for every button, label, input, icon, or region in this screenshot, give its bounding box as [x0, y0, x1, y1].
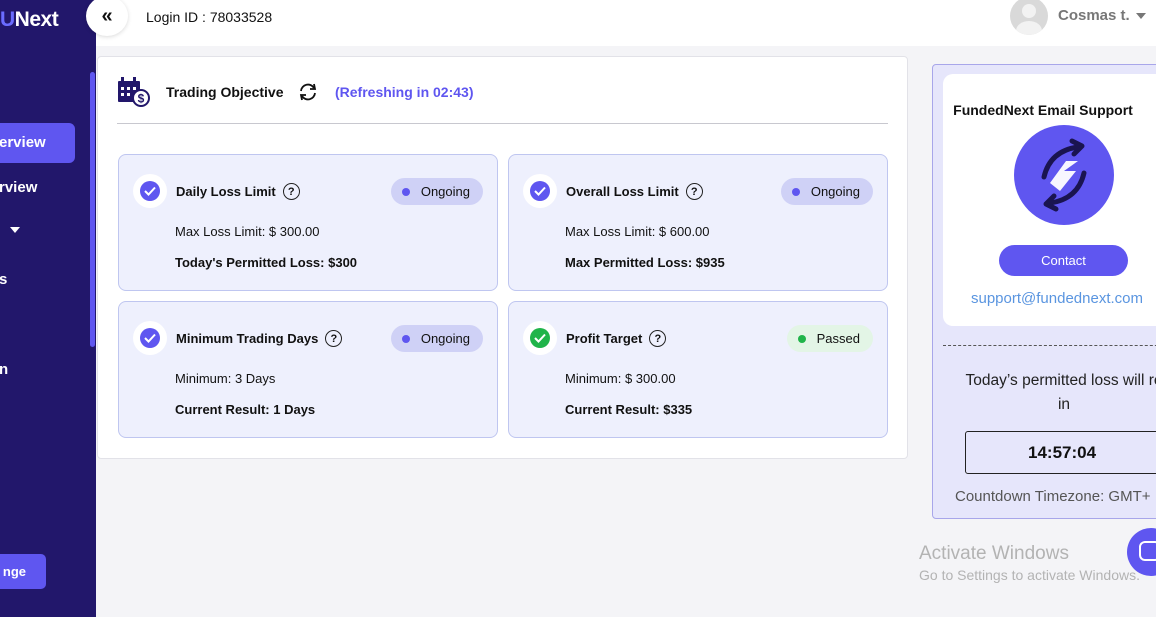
- email-support-card: FundedNext Email Support Contact support…: [943, 74, 1156, 326]
- card-detail: Max Loss Limit: $ 600.00: [565, 224, 710, 239]
- top-bar: « Login ID : 78033528 Cosmas t.: [86, 0, 1156, 46]
- help-icon[interactable]: ?: [282, 183, 300, 201]
- card-detail: Minimum: 3 Days: [175, 371, 276, 386]
- card-title: Profit Target: [566, 331, 643, 346]
- card-title: Minimum Trading Days: [176, 331, 319, 346]
- card-result: Today's Permitted Loss: $300: [175, 255, 358, 270]
- countdown-timer: 14:57:04: [965, 431, 1156, 474]
- check-icon: [133, 321, 167, 355]
- sidebar-action-button[interactable]: nge: [0, 554, 46, 589]
- objective-card-min-trading-days: Minimum Trading Days? Ongoing Minimum: 3…: [118, 301, 498, 438]
- help-icon[interactable]: ?: [325, 330, 343, 348]
- activate-windows-subtitle: Go to Settings to activate Windows.: [919, 567, 1140, 583]
- status-badge: Ongoing: [390, 178, 483, 205]
- check-icon: [133, 174, 167, 208]
- collapse-sidebar-icon[interactable]: «: [86, 0, 128, 36]
- check-icon: [523, 321, 557, 355]
- avatar[interactable]: [1010, 0, 1048, 35]
- card-result: Current Result: $335: [565, 402, 693, 417]
- card-detail: Max Loss Limit: $ 300.00: [175, 224, 320, 239]
- sidebar: UNext erview rview s n nge: [0, 0, 96, 617]
- divider: [943, 345, 1156, 346]
- refresh-icon[interactable]: [298, 83, 318, 101]
- calendar-dollar-icon: $: [118, 77, 150, 107]
- status-badge: Passed: [786, 325, 873, 352]
- chevron-down-icon[interactable]: [10, 227, 20, 233]
- countdown-timezone: Countdown Timezone: GMT+: [955, 488, 1151, 505]
- section-title: Trading Objective: [166, 84, 284, 100]
- sidebar-item-label[interactable]: erview: [0, 134, 46, 151]
- username[interactable]: Cosmas t.: [1058, 7, 1130, 24]
- status-badge: Ongoing: [780, 178, 873, 205]
- objective-card-daily-loss: Daily Loss Limit? Ongoing Max Loss Limit…: [118, 154, 498, 291]
- activate-windows-title: Activate Windows: [919, 543, 1069, 564]
- support-panel: FundedNext Email Support Contact support…: [932, 64, 1156, 519]
- card-result: Max Permitted Loss: $935: [565, 255, 725, 270]
- check-icon: [523, 174, 557, 208]
- help-icon[interactable]: ?: [685, 183, 703, 201]
- support-title: FundedNext Email Support: [953, 102, 1133, 118]
- support-email-link[interactable]: support@fundednext.com: [971, 290, 1143, 307]
- contact-button[interactable]: Contact: [999, 245, 1128, 276]
- help-icon[interactable]: ?: [649, 330, 667, 348]
- divider: [117, 123, 888, 124]
- login-id: Login ID : 78033528: [146, 9, 273, 25]
- sidebar-item-label[interactable]: n: [0, 361, 8, 378]
- scroll-indicator: [90, 72, 95, 347]
- sidebar-item-label[interactable]: rview: [0, 179, 37, 196]
- objective-card-profit-target: Profit Target? Passed Minimum: $ 300.00 …: [508, 301, 888, 438]
- chevron-down-icon[interactable]: [1136, 13, 1146, 19]
- fundednext-logo-icon: [1014, 125, 1114, 225]
- trading-objective-panel: $ Trading Objective (Refreshing in 02:43…: [97, 56, 908, 459]
- status-badge: Ongoing: [390, 325, 483, 352]
- card-result: Current Result: 1 Days: [175, 402, 316, 417]
- reset-notice: Today’s permitted loss will re in: [965, 372, 1156, 413]
- brand-logo[interactable]: UNext: [0, 8, 59, 32]
- refresh-countdown: (Refreshing in 02:43): [335, 84, 474, 100]
- sidebar-item-label[interactable]: s: [0, 271, 7, 288]
- card-detail: Minimum: $ 300.00: [565, 371, 676, 386]
- card-title: Daily Loss Limit: [176, 184, 276, 199]
- card-title: Overall Loss Limit: [566, 184, 679, 199]
- objective-card-overall-loss: Overall Loss Limit? Ongoing Max Loss Lim…: [508, 154, 888, 291]
- svg-text:$: $: [138, 92, 145, 106]
